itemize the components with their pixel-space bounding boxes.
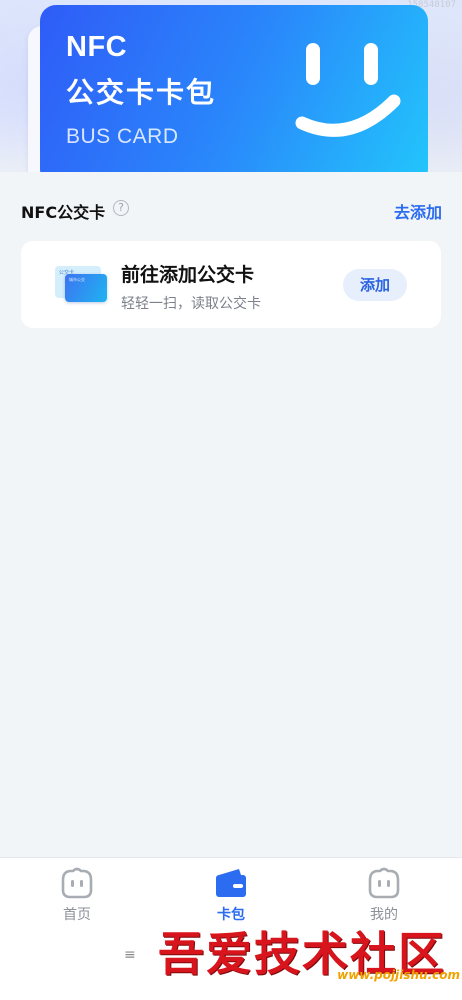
bus-card-banner[interactable]: NFC 公交卡卡包 BUS CARD: [40, 5, 428, 172]
bus-card-illustration-icon: 公交卡 城市公交: [55, 266, 111, 306]
add-card-title: 前往添加公交卡: [121, 264, 255, 286]
nav-item-mine[interactable]: 我的: [339, 866, 429, 926]
watermark: 吾爱技术社区 www.pojjishu.com: [158, 918, 462, 1000]
profile-face-icon: [368, 867, 400, 899]
go-add-link[interactable]: 去添加: [394, 199, 442, 223]
add-bus-card-row[interactable]: 公交卡 城市公交 前往添加公交卡 轻轻一扫，读取公交卡 添加: [21, 241, 441, 328]
add-card-description: 轻轻一扫，读取公交卡: [121, 296, 261, 312]
add-button[interactable]: 添加: [343, 269, 407, 301]
section-header: NFC公交卡 ? 去添加: [21, 195, 442, 223]
section-title: NFC公交卡: [21, 203, 106, 222]
menu-icon[interactable]: ≡: [124, 947, 136, 963]
watermark-url: www.pojjishu.com: [337, 968, 460, 982]
hero-banner: 158540107 NFC 公交卡卡包 BUS CARD: [0, 0, 462, 172]
smiley-icon: [295, 43, 401, 137]
wallet-icon: [216, 869, 246, 897]
help-icon[interactable]: ?: [113, 200, 129, 216]
card-subtitle: BUS CARD: [66, 125, 179, 148]
nav-item-home[interactable]: 首页: [32, 866, 122, 926]
nav-label-home: 首页: [63, 907, 91, 923]
mini-card-front-label: 城市公交: [69, 277, 85, 282]
card-title: 公交卡卡包: [66, 76, 217, 109]
nav-item-wallet[interactable]: 卡包: [186, 866, 276, 926]
mini-card-front: 城市公交: [65, 274, 107, 302]
card-nfc-label: NFC: [66, 31, 128, 63]
home-face-icon: [61, 867, 93, 899]
